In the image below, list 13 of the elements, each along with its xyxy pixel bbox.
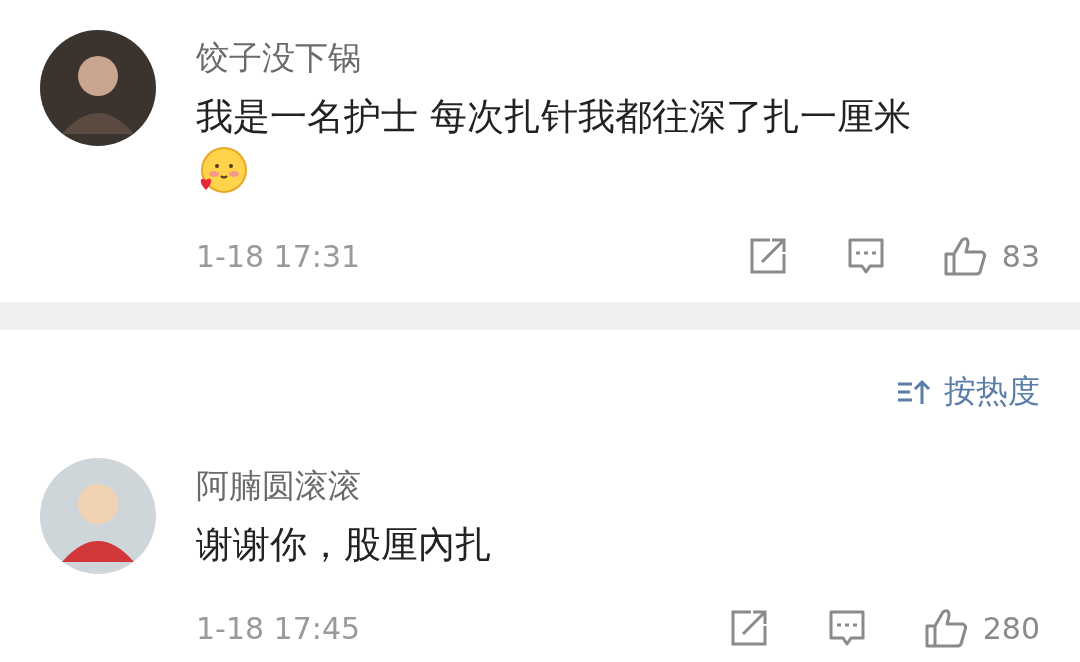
comment-time: 1-18 17:31 — [196, 238, 361, 274]
comment-text: 谢谢你，股厘內扎 — [196, 522, 492, 568]
like-button[interactable]: 83 — [943, 236, 1040, 276]
comment-text: 我是一名护士 每次扎针我都往深了扎一厘米 — [196, 94, 911, 140]
avatar[interactable] — [40, 30, 156, 146]
sort-button[interactable]: 按热度 — [896, 370, 1040, 414]
sort-icon — [896, 378, 932, 406]
comment-time: 1-18 17:45 — [196, 610, 361, 646]
thumbs-up-icon — [943, 236, 988, 276]
like-button[interactable]: 280 — [924, 608, 1040, 648]
user-name[interactable]: 饺子没下锅 — [196, 38, 361, 78]
user-name[interactable]: 阿腩圆滚滚 — [196, 466, 361, 506]
thumbs-up-icon — [924, 608, 969, 648]
